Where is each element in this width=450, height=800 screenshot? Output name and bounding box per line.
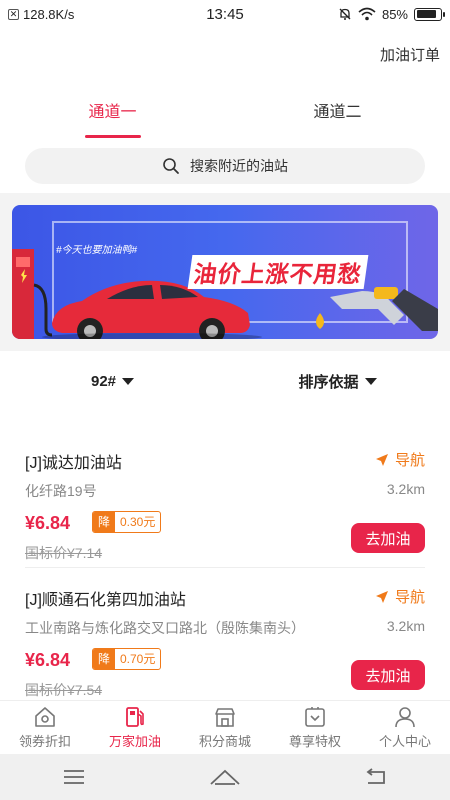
- discount-label: 降: [93, 649, 115, 669]
- tabbar-item-refuel[interactable]: 万家加油: [90, 701, 180, 754]
- station-address: 工业南路与炼化路交叉口路北（殷陈集南头）: [25, 620, 305, 636]
- privilege-icon: [305, 706, 325, 727]
- station-name: [J]顺通石化第四加油站: [25, 592, 186, 609]
- navigation-arrow-icon: [375, 453, 388, 466]
- battery-icon: [414, 7, 445, 21]
- tabbar-item-privileges[interactable]: 尊享特权: [270, 701, 360, 754]
- caret-down-icon: [122, 377, 135, 385]
- tabbar-label: 尊享特权: [288, 733, 341, 749]
- tabbar-label: 个人中心: [378, 733, 431, 749]
- status-left: ✕ 128.8K/s: [8, 7, 158, 22]
- banner-area: #今天也要加油鸭# 油价上涨不用愁: [0, 193, 450, 351]
- navigate-button[interactable]: 导航: [375, 449, 425, 470]
- fuel-nozzle-icon: [316, 287, 438, 331]
- channel-tabs: 通道一 通道二: [0, 98, 450, 138]
- tabbar-item-mall[interactable]: 积分商城: [180, 701, 270, 754]
- car-illustration: [42, 280, 262, 339]
- fuel-orders-link[interactable]: 加油订单: [380, 44, 440, 65]
- search-icon: [163, 158, 179, 174]
- status-bar: ✕ 128.8K/s 13:45 85%: [0, 0, 450, 28]
- banner-tag: #今天也要加油鸭#: [56, 245, 138, 256]
- user-icon: [395, 706, 415, 727]
- tabbar-label: 积分商城: [198, 733, 251, 749]
- fuel-type-dropdown[interactable]: 92#: [0, 366, 225, 396]
- wifi-icon: [358, 7, 376, 21]
- station-distance: 3.2km: [386, 481, 425, 497]
- store-icon: [215, 707, 235, 727]
- discount-label: 降: [93, 512, 115, 532]
- notification-close-icon: ✕: [8, 8, 19, 20]
- filter-bar: 92# 排序依据: [0, 366, 450, 396]
- home-coupon-icon: [35, 706, 55, 727]
- navigate-label: 导航: [394, 452, 425, 469]
- station-distance: 3.2km: [386, 618, 425, 634]
- divider: [25, 567, 425, 568]
- station-price: ¥6.84: [25, 650, 71, 670]
- tab-channel-1[interactable]: 通道一: [0, 98, 225, 138]
- gas-pump-icon: [12, 249, 53, 339]
- sort-label: 排序依据: [298, 373, 359, 391]
- navigate-label: 导航: [394, 589, 425, 606]
- tabbar-label: 万家加油: [108, 733, 161, 749]
- caret-down-icon: [364, 377, 377, 385]
- back-icon[interactable]: [364, 768, 388, 786]
- station-card[interactable]: [J]诚达加油站 导航 化纤路19号 3.2km ¥6.84 降 0.30元 国…: [25, 449, 425, 561]
- battery-fill: [416, 10, 437, 18]
- station-address: 化纤路19号: [25, 483, 97, 499]
- standard-price: 国标价¥7.54: [25, 682, 103, 698]
- bottom-tab-bar: 领券折扣 万家加油 积分商城 尊享特权 个人中心: [0, 700, 450, 754]
- tab-channel-2[interactable]: 通道二: [225, 98, 450, 138]
- mute-bell-icon: [339, 8, 351, 20]
- station-card[interactable]: [J]顺通石化第四加油站 导航 工业南路与炼化路交叉口路北（殷陈集南头） 3.2…: [25, 586, 425, 698]
- search-bar[interactable]: 搜索附近的油站: [25, 148, 425, 184]
- station-price: ¥6.84: [25, 513, 71, 533]
- fuel-pump-icon: [126, 706, 144, 727]
- battery-percent: 85%: [381, 6, 408, 22]
- fuel-type-label: 92#: [90, 372, 117, 390]
- status-time: 13:45: [206, 5, 244, 23]
- tabbar-item-coupons[interactable]: 领券折扣: [0, 701, 90, 754]
- discount-value: 0.70元: [120, 652, 156, 666]
- menu-icon[interactable]: [62, 769, 86, 785]
- search-placeholder: 搜索附近的油站: [190, 158, 288, 174]
- go-refuel-button[interactable]: 去加油: [351, 523, 425, 553]
- status-right: 85%: [292, 6, 445, 22]
- standard-price: 国标价¥7.14: [25, 545, 103, 561]
- network-speed: 128.8K/s: [23, 6, 75, 22]
- sort-dropdown[interactable]: 排序依据: [225, 366, 450, 396]
- discount-value: 0.30元: [120, 515, 156, 529]
- tabbar-label: 领券折扣: [18, 733, 71, 749]
- station-name: [J]诚达加油站: [25, 455, 122, 472]
- home-icon[interactable]: [209, 768, 241, 786]
- promo-banner[interactable]: #今天也要加油鸭# 油价上涨不用愁: [12, 205, 438, 339]
- navigate-button[interactable]: 导航: [375, 586, 425, 607]
- discount-badge: 降 0.70元: [92, 648, 162, 670]
- discount-badge: 降 0.30元: [92, 511, 162, 533]
- banner-title: 油价上涨不用愁: [187, 255, 369, 289]
- system-navigation-bar: [0, 754, 450, 800]
- go-refuel-button[interactable]: 去加油: [351, 660, 425, 690]
- tabbar-item-profile[interactable]: 个人中心: [360, 701, 450, 754]
- navigation-arrow-icon: [375, 590, 388, 603]
